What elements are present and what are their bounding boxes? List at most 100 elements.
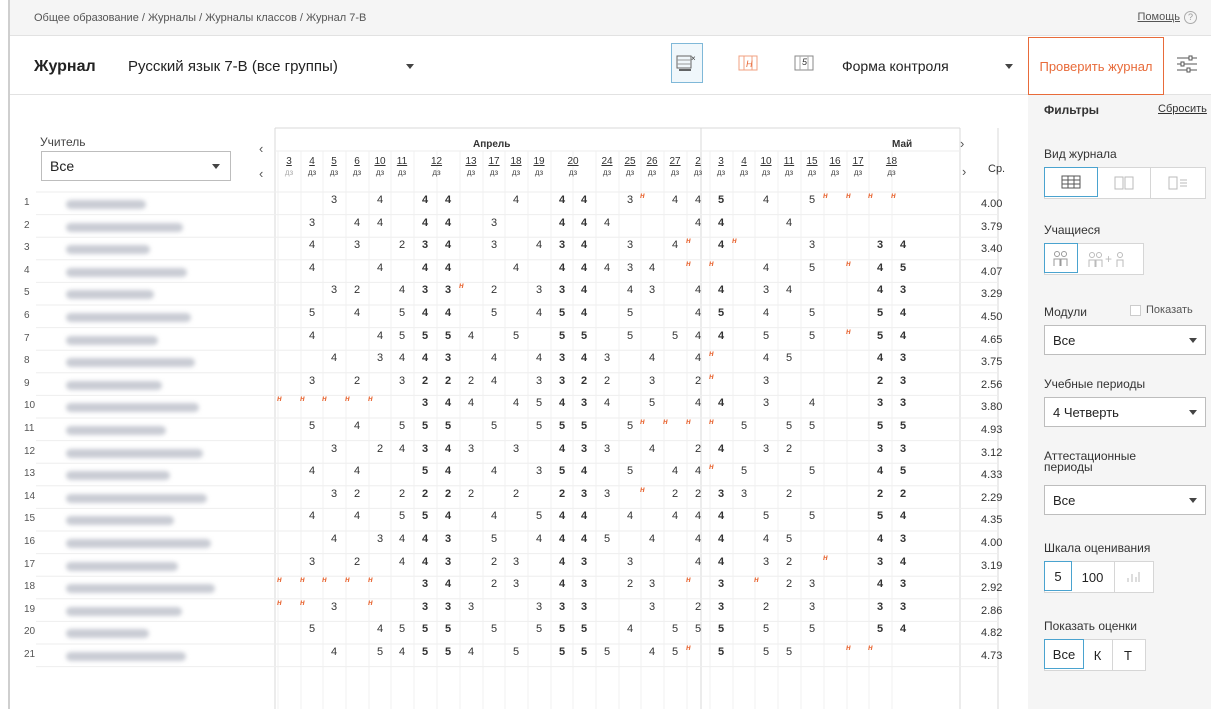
grade-cell[interactable]: 4 — [642, 257, 662, 279]
grade-cell[interactable]: 2 — [779, 438, 799, 460]
grade-cell[interactable]: 3 — [506, 573, 526, 595]
grade-cell[interactable]: 2 — [438, 370, 458, 392]
grade-cell[interactable]: 4 — [506, 392, 526, 414]
grade-cell[interactable]: 5 — [415, 415, 435, 437]
grade-cell[interactable]: 3 — [802, 573, 822, 595]
grade-cell[interactable]: 2 — [506, 483, 526, 505]
grade-cell[interactable]: 4 — [870, 347, 890, 369]
grade-cell[interactable]: 4 — [620, 505, 640, 527]
grade-cell[interactable]: 5 — [552, 325, 572, 347]
grade-cell[interactable]: 3 — [415, 234, 435, 256]
grade-cell[interactable]: 5 — [779, 528, 799, 550]
absence-mark[interactable]: н — [345, 394, 350, 403]
grade-cell[interactable]: 4 — [688, 212, 708, 234]
grade-cell[interactable]: 2 — [688, 438, 708, 460]
grade-cell[interactable]: 3 — [484, 212, 504, 234]
grade-cell[interactable]: 2 — [347, 370, 367, 392]
grade-cell[interactable]: 5 — [870, 505, 890, 527]
student-name-redacted[interactable] — [66, 222, 183, 232]
student-name-redacted[interactable] — [66, 267, 187, 277]
student-name-redacted[interactable] — [66, 448, 203, 458]
grade-cell[interactable]: 4 — [756, 189, 776, 211]
grade-cell[interactable]: 4 — [779, 212, 799, 234]
grade-cell[interactable]: 3 — [574, 438, 594, 460]
grade-cell[interactable]: 4 — [688, 460, 708, 482]
grade-cell[interactable]: 5 — [802, 189, 822, 211]
next-dates-button[interactable]: › — [962, 164, 966, 179]
grade-cell[interactable]: 5 — [392, 415, 412, 437]
grade-cell[interactable]: 4 — [302, 460, 322, 482]
grade-cell[interactable]: 4 — [529, 347, 549, 369]
grade-cell[interactable]: 2 — [779, 551, 799, 573]
grade-cell[interactable]: 3 — [642, 596, 662, 618]
student-name-redacted[interactable] — [66, 493, 207, 503]
grade-cell[interactable]: 3 — [756, 279, 776, 301]
grade-cell[interactable]: 5 — [574, 641, 594, 663]
grade-cell[interactable]: 4 — [665, 460, 685, 482]
grade-cell[interactable]: 3 — [370, 528, 390, 550]
grade-cell[interactable]: 5 — [438, 325, 458, 347]
grade-cell[interactable]: 2 — [779, 573, 799, 595]
grade-cell[interactable]: 4 — [688, 325, 708, 347]
grade-cell[interactable]: 4 — [688, 528, 708, 550]
grade-cell[interactable]: 4 — [370, 325, 390, 347]
grade-cell[interactable]: 3 — [893, 279, 913, 301]
grade-cell[interactable]: 2 — [347, 551, 367, 573]
grade-cell[interactable]: 5 — [415, 325, 435, 347]
grade-cell[interactable]: 3 — [574, 596, 594, 618]
date-5[interactable]: 11 — [392, 157, 412, 167]
grade-cell[interactable]: 2 — [552, 483, 572, 505]
grade-cell[interactable]: 3 — [870, 596, 890, 618]
grade-cell[interactable]: 4 — [552, 551, 572, 573]
grade-cell[interactable]: 4 — [370, 257, 390, 279]
grade-cell[interactable]: 4 — [506, 257, 526, 279]
grade-cell[interactable]: 4 — [688, 392, 708, 414]
date-15[interactable]: 27 — [665, 157, 685, 167]
grade-cell[interactable]: 2 — [688, 370, 708, 392]
grade-cell[interactable]: 4 — [665, 234, 685, 256]
grade-cell[interactable]: 4 — [552, 189, 572, 211]
grade-cell[interactable]: 4 — [438, 212, 458, 234]
grade-cell[interactable]: 5 — [779, 641, 799, 663]
absence-mark[interactable]: н — [368, 598, 373, 607]
grade-cell[interactable]: 2 — [415, 370, 435, 392]
grade-cell[interactable]: 3 — [756, 370, 776, 392]
grade-cell[interactable]: 5 — [574, 415, 594, 437]
grade-cell[interactable]: 5 — [642, 392, 662, 414]
grade-cell[interactable]: 4 — [392, 279, 412, 301]
date-23[interactable]: 17 — [848, 157, 868, 167]
grade-cell[interactable]: 4 — [392, 438, 412, 460]
grade-cell[interactable]: 4 — [324, 347, 344, 369]
grade-cell[interactable]: 4 — [711, 392, 731, 414]
grade-cell[interactable]: 5 — [756, 641, 776, 663]
grade-cell[interactable]: 3 — [870, 392, 890, 414]
grade-cell[interactable]: 5 — [620, 415, 640, 437]
student-name-redacted[interactable] — [66, 471, 170, 481]
student-name-redacted[interactable] — [66, 380, 162, 390]
grade-cell[interactable]: 4 — [642, 641, 662, 663]
student-name-redacted[interactable] — [66, 358, 195, 368]
grade-cell[interactable]: 3 — [620, 189, 640, 211]
grade-cell[interactable]: 5 — [415, 505, 435, 527]
grade-cell[interactable]: 4 — [438, 460, 458, 482]
grade-cell[interactable]: 2 — [347, 483, 367, 505]
grade-cell[interactable]: 5 — [893, 415, 913, 437]
grade-cell[interactable]: 5 — [665, 618, 685, 640]
grade-cell[interactable]: 3 — [870, 234, 890, 256]
periods-select[interactable]: 4 Четверть — [1044, 397, 1206, 427]
grade-cell[interactable]: 3 — [620, 234, 640, 256]
absence-mark[interactable]: н — [891, 191, 896, 200]
grade-cell[interactable]: 3 — [893, 370, 913, 392]
date-0[interactable]: 3 — [279, 157, 299, 167]
grade-cell[interactable]: 4 — [574, 528, 594, 550]
date-20[interactable]: 11 — [779, 157, 799, 167]
grade-cell[interactable]: 5 — [415, 618, 435, 640]
grade-cell[interactable]: 5 — [484, 302, 504, 324]
grade-cell[interactable]: 3 — [870, 438, 890, 460]
date-12[interactable]: 24 — [597, 157, 617, 167]
grade-cell[interactable]: 4 — [392, 528, 412, 550]
grade-cell[interactable]: 3 — [711, 573, 731, 595]
grade-cell[interactable]: 4 — [529, 528, 549, 550]
absence-mark[interactable]: н — [709, 462, 714, 471]
date-13[interactable]: 25 — [620, 157, 640, 167]
